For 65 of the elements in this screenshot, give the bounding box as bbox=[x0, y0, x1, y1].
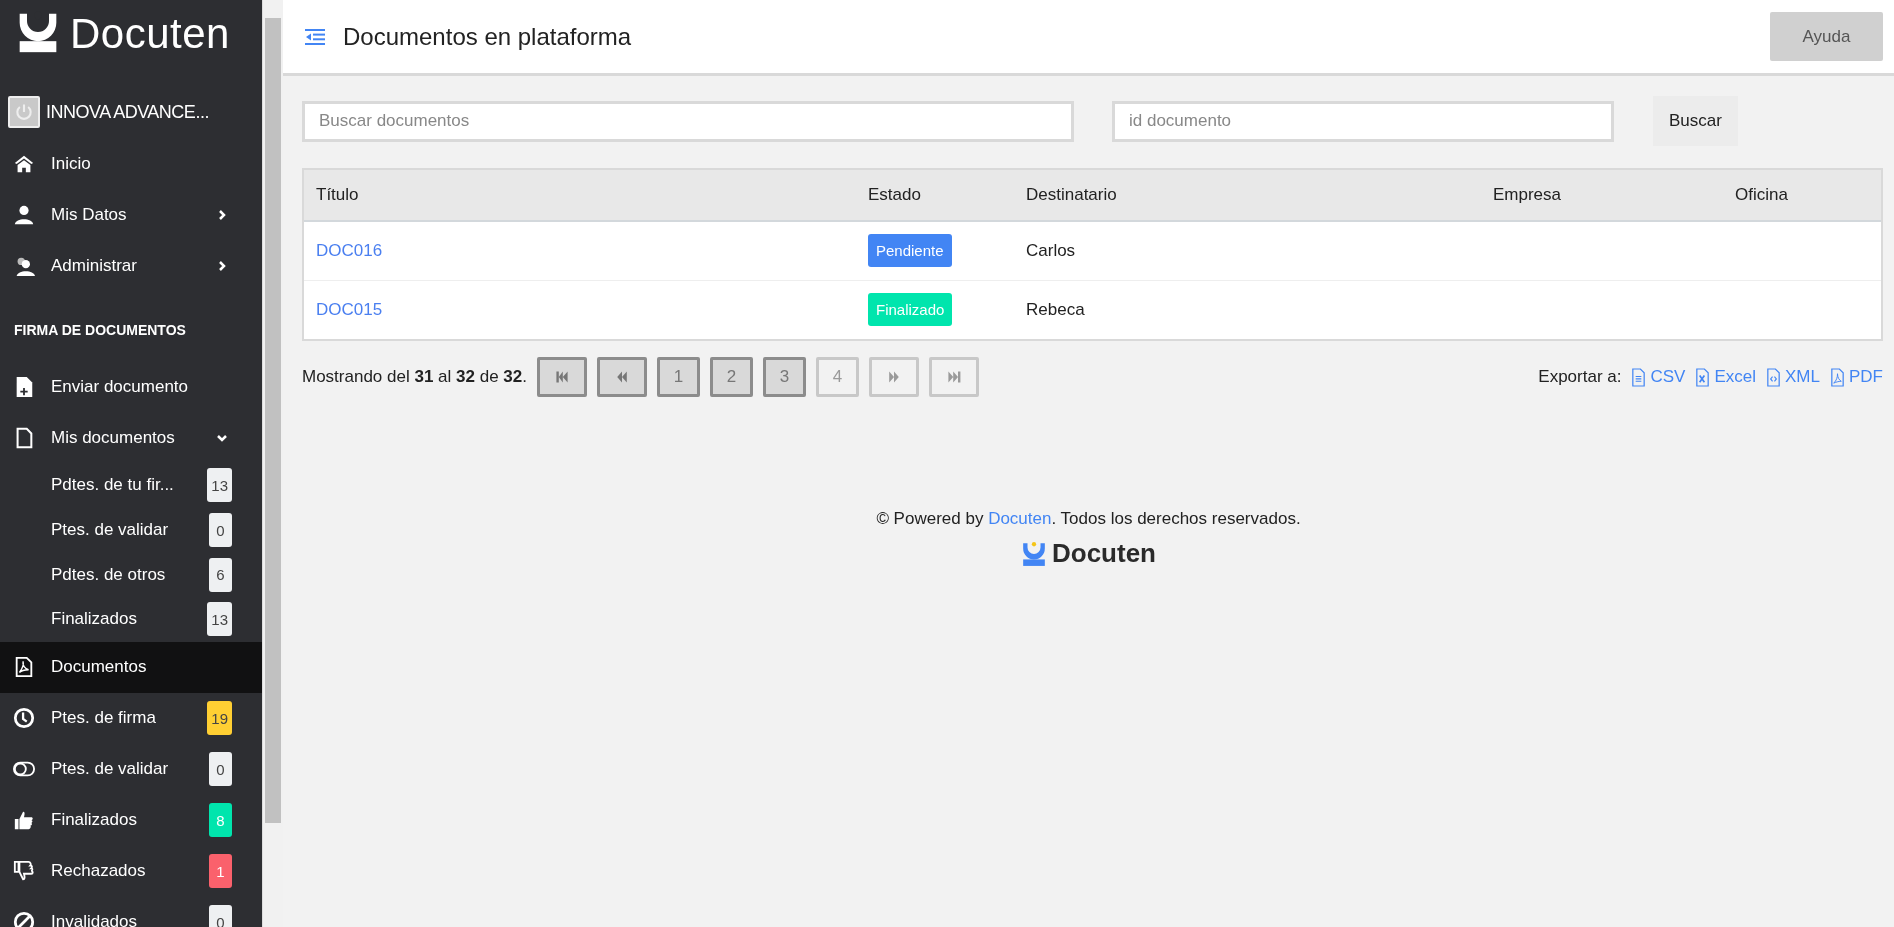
excel-file-icon bbox=[1694, 367, 1712, 387]
count-badge: 13 bbox=[207, 602, 232, 637]
column-header: Estado bbox=[856, 170, 1014, 221]
column-header: Título bbox=[304, 170, 856, 221]
count-badge: 0 bbox=[209, 905, 232, 927]
sidebar-item[interactable]: Pdtes. de otros 6 bbox=[0, 552, 262, 598]
count-badge: 6 bbox=[209, 557, 232, 592]
sidebar-item[interactable]: Pdtes. de tu fir... 13 bbox=[0, 463, 262, 508]
status-badge: Finalizado bbox=[868, 293, 953, 326]
user-menu[interactable]: INNOVA ADVANCE... bbox=[0, 86, 262, 138]
section-heading: FIRMA DE DOCUMENTOS bbox=[13, 321, 187, 340]
help-button[interactable]: Ayuda bbox=[1770, 12, 1883, 61]
sidebar-item[interactable]: Enviar documento bbox=[0, 361, 262, 412]
document-link[interactable]: DOC016 bbox=[316, 241, 383, 260]
logo-text: Docuten bbox=[70, 9, 230, 59]
document-link[interactable]: DOC015 bbox=[316, 300, 383, 319]
id-field[interactable]: id documento bbox=[1112, 100, 1614, 142]
search-button[interactable]: Buscar bbox=[1653, 96, 1738, 146]
ban-icon bbox=[13, 911, 35, 927]
sidebar-item[interactable]: Ptes. de validar 0 bbox=[0, 507, 262, 553]
csv-file-icon bbox=[1630, 367, 1648, 387]
last-page-icon bbox=[946, 369, 962, 385]
column-header: Oficina bbox=[1723, 170, 1881, 221]
power-icon[interactable] bbox=[8, 96, 40, 128]
sidebar-item[interactable]: Ptes. de firma 19 bbox=[0, 692, 262, 744]
count-badge: 0 bbox=[209, 752, 232, 787]
scrollbar[interactable] bbox=[262, 0, 283, 927]
column-header: Empresa bbox=[1481, 170, 1723, 221]
logo-text: Docuten bbox=[1052, 538, 1156, 569]
count-badge: 1 bbox=[209, 854, 232, 889]
sidebar-item[interactable]: Inicio bbox=[0, 138, 262, 189]
pagination-summary: Mostrando del 31 al 32 de 32. bbox=[302, 367, 527, 387]
count-badge: 0 bbox=[209, 513, 232, 548]
count-badge: 8 bbox=[209, 803, 232, 838]
pdf-file-icon bbox=[13, 656, 35, 679]
table-cell: Carlos bbox=[1014, 221, 1481, 281]
count-badge: 13 bbox=[207, 468, 232, 503]
thumbs-down-icon bbox=[13, 860, 35, 883]
sidebar-item[interactable]: Finalizados 13 bbox=[0, 597, 262, 642]
sidebar-item[interactable]: Invalidados 0 bbox=[0, 896, 262, 927]
search-field[interactable]: Buscar documentos bbox=[302, 100, 1074, 142]
sidebar-item[interactable]: Documentos bbox=[0, 641, 262, 693]
logo-icon bbox=[1021, 540, 1047, 567]
table-cell: Rebeca bbox=[1014, 280, 1481, 339]
person-icon bbox=[13, 203, 35, 226]
count-badge: 19 bbox=[207, 701, 232, 736]
column-header: Destinatario bbox=[1014, 170, 1481, 221]
copyright-text: © Powered by Docuten. Todos los derechos reservados. bbox=[876, 509, 1301, 529]
status-badge: Pendiente bbox=[868, 234, 952, 267]
sidebar-item[interactable]: Ptes. de validar 0 bbox=[0, 743, 262, 795]
sidebar-item[interactable]: Administrar bbox=[0, 240, 262, 291]
thumbs-up-icon bbox=[13, 809, 35, 832]
pdf-file-icon bbox=[1829, 367, 1846, 387]
first-page-icon bbox=[554, 369, 570, 385]
sidebar-item[interactable]: Mis documentos bbox=[0, 412, 262, 463]
code-file-icon bbox=[1765, 367, 1783, 387]
menu-icon[interactable] bbox=[305, 28, 325, 45]
clock-icon bbox=[13, 707, 35, 730]
first-page-button[interactable] bbox=[537, 357, 587, 397]
previous-page-button[interactable] bbox=[597, 357, 647, 397]
sidebar-item[interactable]: Finalizados 8 bbox=[0, 794, 262, 846]
page-title: Documentos en plataforma bbox=[343, 22, 633, 51]
export-label: Exportar a: bbox=[1538, 367, 1622, 387]
sidebar-item[interactable]: Rechazados 1 bbox=[0, 845, 262, 897]
sidebar-item[interactable]: Mis Datos bbox=[0, 189, 262, 240]
